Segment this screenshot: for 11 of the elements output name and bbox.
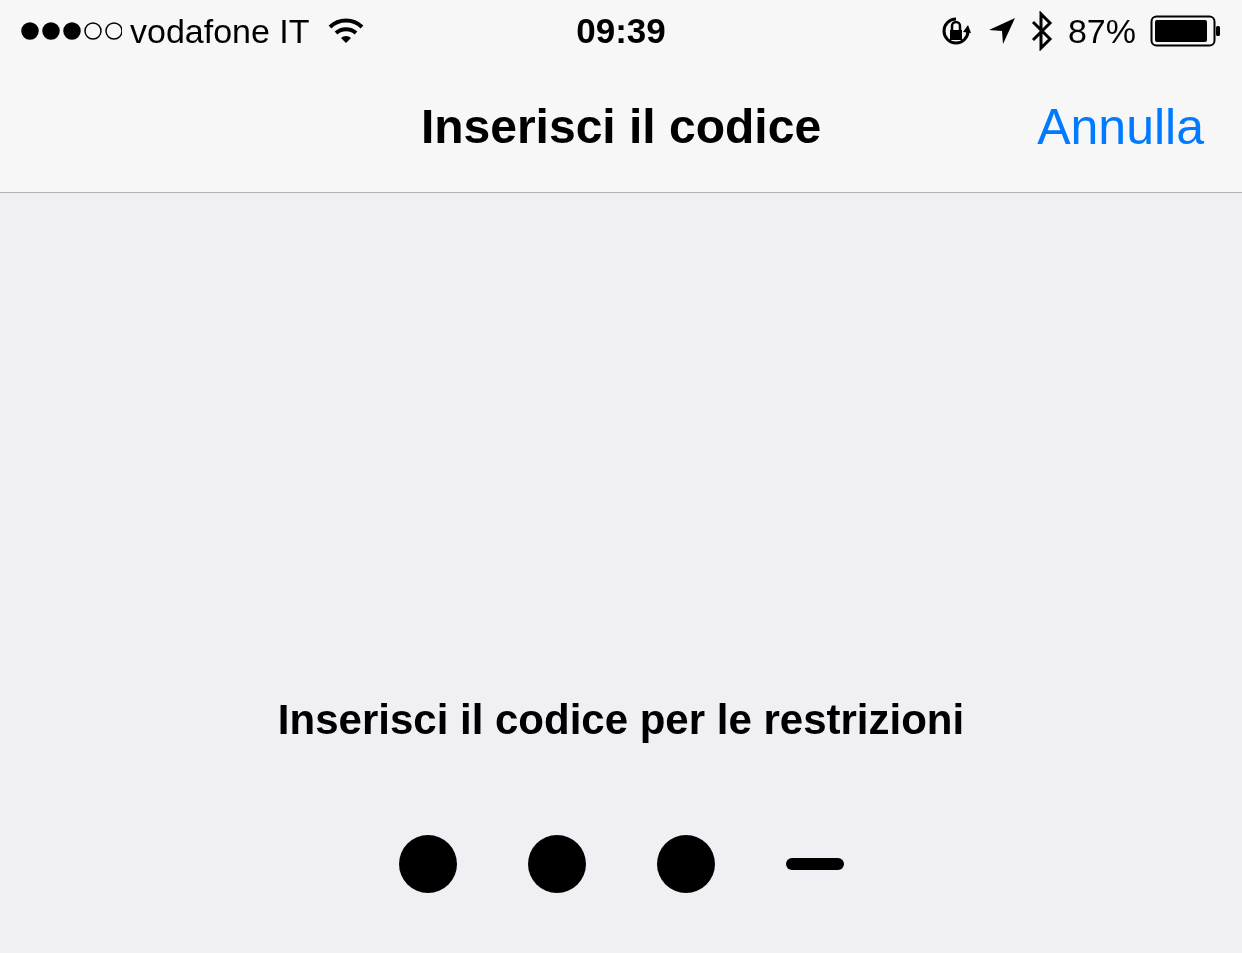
battery-percentage: 87% (1067, 10, 1136, 52)
carrier-name: vodafone IT (130, 10, 310, 52)
location-arrow-icon (987, 17, 1016, 45)
signal-strength-icon (20, 20, 122, 42)
clock-time: 09:39 (576, 9, 666, 52)
passcode-prompt: Inserisci il codice per le restrizioni (277, 695, 965, 745)
wifi-icon (327, 17, 364, 45)
cancel-button[interactable]: Annulla (1037, 89, 1204, 165)
bluetooth-icon (1029, 11, 1054, 51)
battery-icon (1150, 15, 1222, 47)
nav-title: Inserisci il codice (420, 99, 822, 155)
